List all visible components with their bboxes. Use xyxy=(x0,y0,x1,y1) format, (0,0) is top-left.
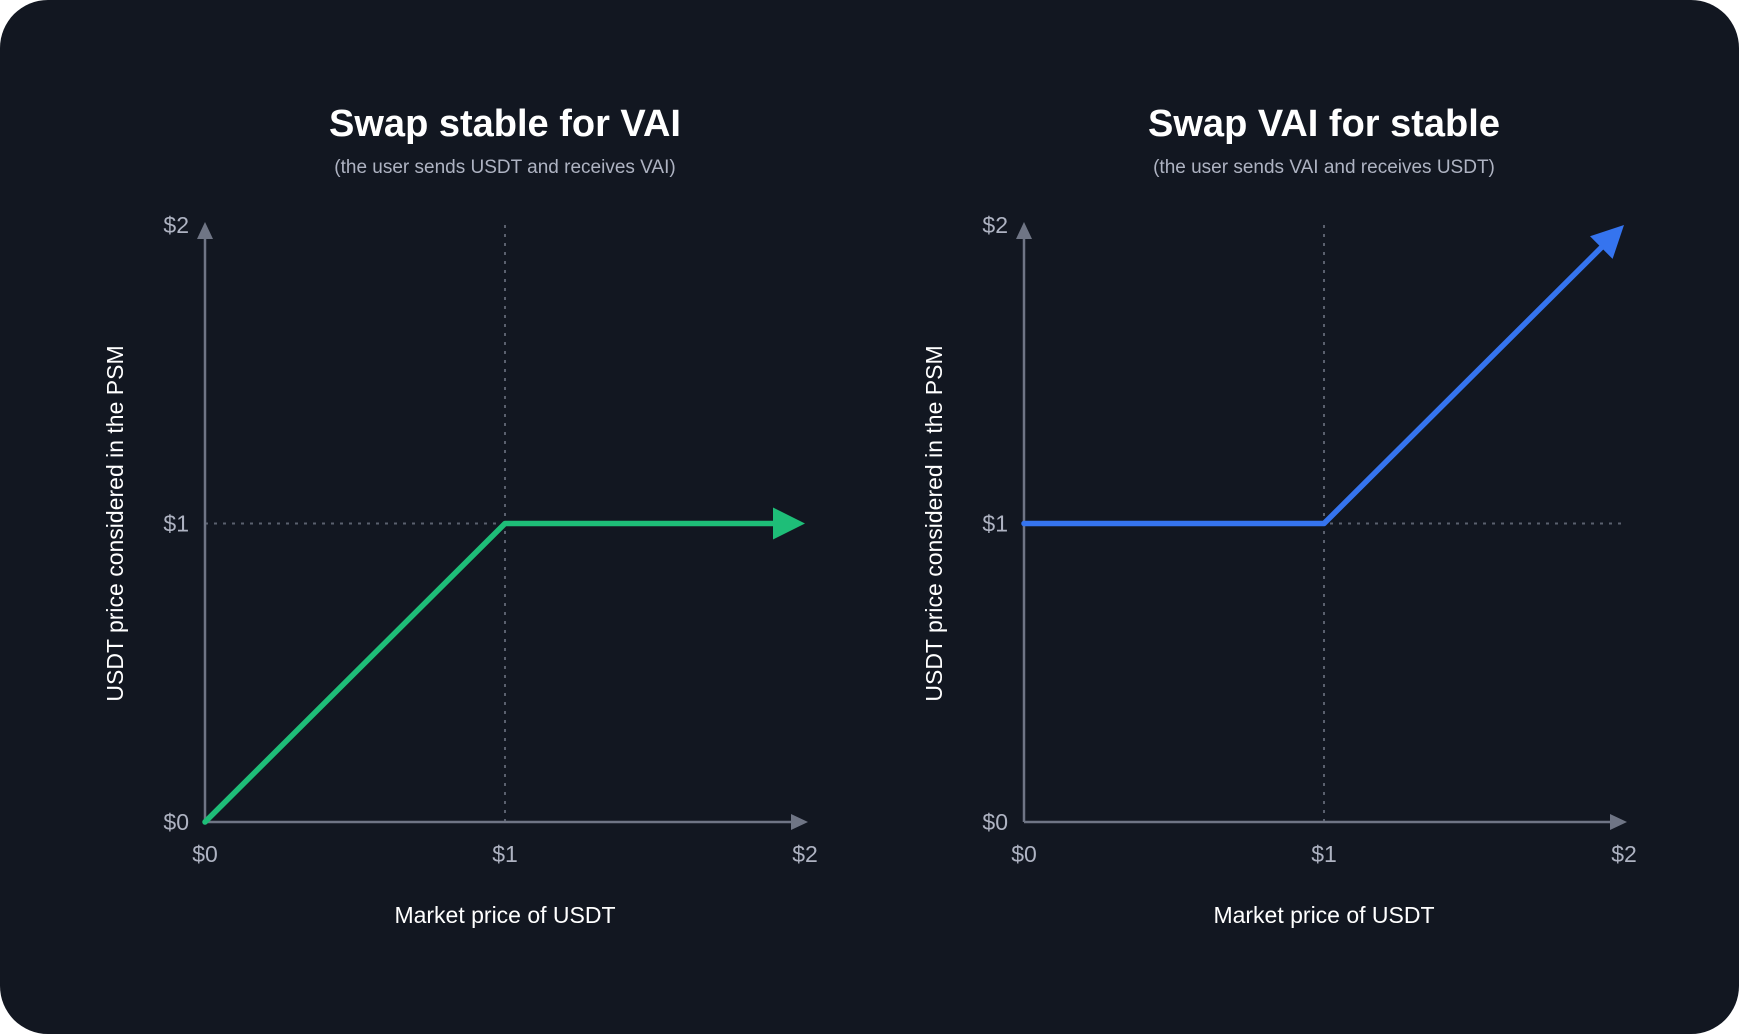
x-tick-label: $1 xyxy=(492,841,518,867)
y-tick-label: $1 xyxy=(982,511,1008,537)
figure-card: Swap stable for VAI (the user sends USDT … xyxy=(0,0,1739,1034)
series-line xyxy=(1021,241,1607,527)
y-tick-label: $2 xyxy=(163,212,189,238)
chart-panel-vai-for-stable: Swap VAI for stable (the user sends VAI a… xyxy=(921,103,1637,928)
series-arrowhead xyxy=(773,507,805,540)
x-tick-label: $0 xyxy=(1011,841,1037,867)
y-axis-arrowhead xyxy=(197,222,213,239)
x-tick-label: $0 xyxy=(192,841,218,867)
x-tick-label: $2 xyxy=(792,841,818,867)
chart-subtitle: (the user sends USDT and receives VAI) xyxy=(334,157,675,178)
y-tick-label: $0 xyxy=(163,809,189,835)
chart-panel-stable-for-vai: Swap stable for VAI (the user sends USDT … xyxy=(102,103,818,928)
series-line xyxy=(202,520,780,825)
y-tick-label: $0 xyxy=(982,809,1008,835)
chart-subtitle: (the user sends VAI and receives USDT) xyxy=(1153,157,1495,178)
x-axis-title: Market price of USDT xyxy=(1213,902,1434,928)
x-tick-label: $1 xyxy=(1311,841,1337,867)
x-tick-label: $2 xyxy=(1611,841,1637,867)
y-axis-title: USDT price considered in the PSM xyxy=(921,345,947,701)
chart-title: Swap stable for VAI xyxy=(329,103,681,145)
y-axis-arrowhead xyxy=(1016,222,1032,239)
x-axis-arrowhead xyxy=(1610,814,1627,830)
y-axis-title: USDT price considered in the PSM xyxy=(102,345,128,701)
y-tick-label: $2 xyxy=(982,212,1008,238)
x-axis-arrowhead xyxy=(791,814,808,830)
y-tick-label: $1 xyxy=(163,511,189,537)
psm-pricing-figure: Swap stable for VAI (the user sends USDT … xyxy=(102,103,1637,928)
chart-title: Swap VAI for stable xyxy=(1148,103,1500,145)
x-axis-title: Market price of USDT xyxy=(394,902,615,928)
